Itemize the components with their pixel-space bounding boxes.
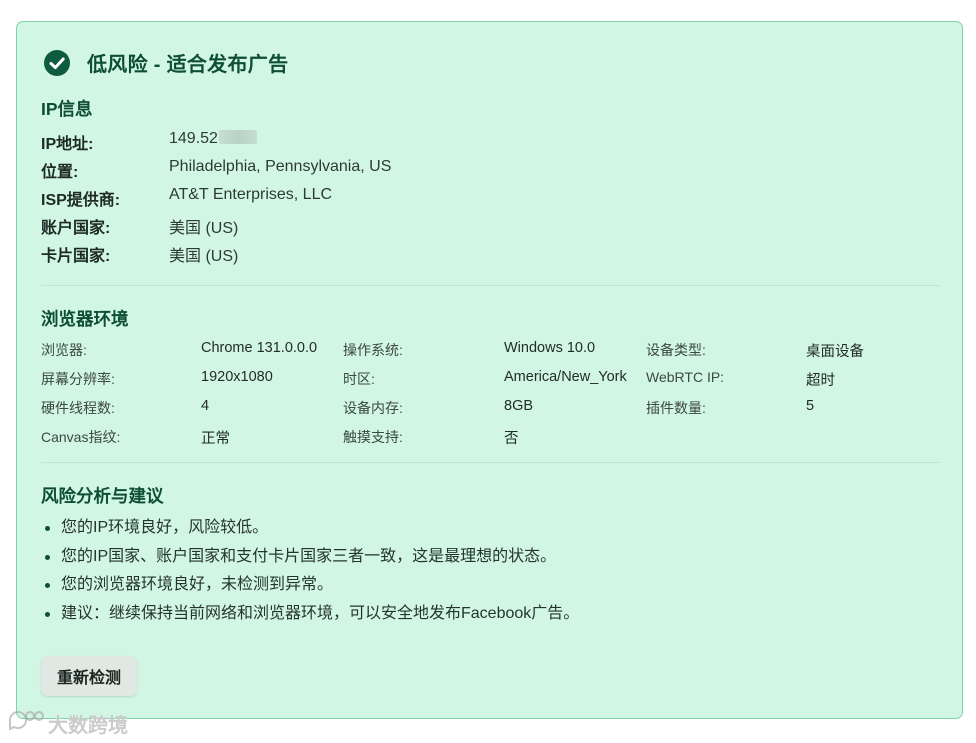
env-value-memory: 8GB [504, 398, 534, 414]
risk-analysis-list: 您的IP环境良好，风险较低。 您的IP国家、账户国家和支付卡片国家三者一致，这是… [41, 516, 579, 630]
env-label-device-type: 设备类型: [646, 342, 706, 358]
ip-info-value: AT&T Enterprises, LLC [169, 186, 333, 203]
watermark: 大数跨境 [6, 708, 128, 738]
env-value-threads: 4 [201, 398, 210, 414]
section-divider [41, 462, 941, 463]
ip-info-value: 美国 (US) [169, 220, 239, 237]
ip-info-label: ISP提供商: [41, 192, 121, 209]
ip-info-value: Philadelphia, Pennsylvania, US [169, 158, 392, 175]
env-value-timezone: America/New_York [504, 369, 627, 385]
risk-analysis-title: 风险分析与建议 [41, 486, 164, 506]
env-value-resolution: 1920x1080 [201, 369, 273, 385]
env-label-timezone: 时区: [343, 371, 375, 387]
list-item: 您的浏览器环境良好，未检测到异常。 [41, 573, 579, 602]
chat-bubble-icon [6, 708, 48, 738]
ip-info-row-address: IP地址: 149.52 [41, 130, 257, 154]
ip-info-label: 卡片国家: [41, 248, 111, 265]
risk-result-card: 低风险 - 适合发布广告 IP信息 IP地址: 149.52 位置: Phila… [16, 21, 963, 719]
env-label-webrtc: WebRTC IP: [646, 369, 725, 385]
check-circle-icon [43, 49, 71, 77]
ip-info-value: 149.52 [169, 130, 257, 154]
env-value-plugins: 5 [806, 398, 815, 414]
ip-info-row-isp: ISP提供商: AT&T Enterprises, LLC [41, 186, 332, 210]
redaction-mask [218, 130, 257, 144]
env-value-browser: Chrome 131.0.0.0 [201, 340, 318, 356]
ip-info-title: IP信息 [41, 99, 93, 119]
ip-info-value: 美国 (US) [169, 248, 239, 265]
ip-info-label: 账户国家: [41, 220, 111, 237]
env-value-webrtc: 超时 [806, 373, 835, 389]
env-label-canvas: Canvas指纹: [41, 429, 121, 445]
ip-info-label: IP地址: [41, 136, 94, 153]
ip-info-row-card-country: 卡片国家: 美国 (US) [41, 242, 238, 266]
env-value-touch: 否 [504, 431, 519, 447]
ip-info-row-account-country: 账户国家: 美国 (US) [41, 214, 238, 238]
result-header: 低风险 - 适合发布广告 [43, 48, 288, 77]
env-label-os: 操作系统: [343, 342, 403, 358]
section-divider [41, 285, 941, 286]
ip-info-label: 位置: [41, 164, 79, 181]
browser-env-title: 浏览器环境 [41, 309, 129, 329]
list-item: 您的IP环境良好，风险较低。 [41, 516, 579, 545]
env-row: 屏幕分辨率: 1920x1080 时区: America/New_York We… [41, 369, 941, 391]
env-label-threads: 硬件线程数: [41, 400, 115, 416]
env-row: 硬件线程数: 4 设备内存: 8GB 插件数量: 5 [41, 398, 941, 420]
watermark-text: 大数跨境 [48, 714, 128, 737]
risk-level-title: 低风险 - 适合发布广告 [87, 54, 289, 76]
env-label-touch: 触摸支持: [343, 429, 403, 445]
env-label-memory: 设备内存: [343, 400, 403, 416]
env-row: Canvas指纹: 正常 触摸支持: 否 [41, 427, 941, 449]
list-item: 建议：继续保持当前网络和浏览器环境，可以安全地发布Facebook广告。 [41, 602, 579, 631]
env-label-plugins: 插件数量: [646, 400, 706, 416]
env-value-canvas: 正常 [201, 431, 230, 447]
env-row: 浏览器: Chrome 131.0.0.0 操作系统: Windows 10.0… [41, 340, 941, 362]
env-label-browser: 浏览器: [41, 342, 87, 358]
env-label-resolution: 屏幕分辨率: [41, 371, 115, 387]
env-value-device-type: 桌面设备 [806, 344, 864, 360]
env-value-os: Windows 10.0 [504, 340, 596, 356]
recheck-button[interactable]: 重新检测 [41, 656, 137, 696]
ip-info-row-location: 位置: Philadelphia, Pennsylvania, US [41, 158, 391, 182]
list-item: 您的IP国家、账户国家和支付卡片国家三者一致，这是最理想的状态。 [41, 545, 579, 574]
